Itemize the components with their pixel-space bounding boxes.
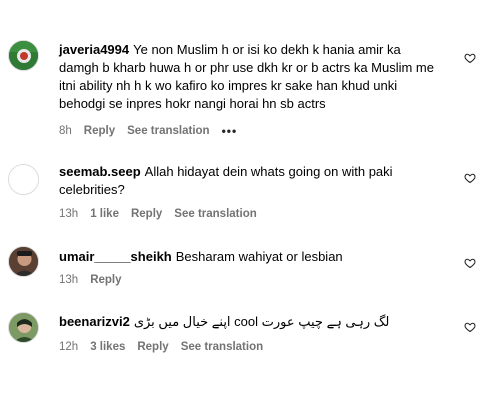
see-translation-link[interactable]: See translation: [181, 341, 263, 353]
more-options-icon[interactable]: •••: [222, 124, 238, 138]
comment-text: اپنے خیال میں بڑی cool لگ رہی ہے چیپ عور…: [133, 314, 390, 329]
comment-meta: 13h Reply: [59, 274, 134, 286]
comment-meta: 13h 1 like Reply See translation: [59, 208, 269, 220]
reply-button[interactable]: Reply: [90, 274, 121, 286]
comment-meta: 12h 3 likes Reply See translation: [59, 341, 275, 353]
comment-time[interactable]: 13h: [59, 274, 78, 286]
heart-outline-icon[interactable]: [464, 257, 476, 269]
avatar-image: [9, 247, 38, 276]
see-translation-link[interactable]: See translation: [174, 208, 256, 220]
comment-username[interactable]: javeria4994: [59, 42, 129, 57]
reply-button[interactable]: Reply: [137, 341, 168, 353]
avatar[interactable]: [8, 246, 39, 277]
comment-username[interactable]: umair_____sheikh: [59, 249, 172, 264]
comment-time[interactable]: 12h: [59, 341, 78, 353]
comment-meta: 8h Reply See translation •••: [59, 124, 237, 138]
avatar-image: [9, 313, 38, 342]
comment-username[interactable]: beenarizvi2: [59, 314, 130, 329]
comment-body: seemab.seep Allah hidayat dein whats goin…: [59, 163, 444, 199]
avatar[interactable]: [8, 40, 39, 71]
comment-time[interactable]: 8h: [59, 125, 72, 137]
comment-body: umair_____sheikh Besharam wahiyat or lesb…: [59, 248, 444, 266]
likes-count[interactable]: 1 like: [90, 208, 119, 220]
heart-outline-icon[interactable]: [464, 52, 476, 64]
heart-outline-icon[interactable]: [464, 321, 476, 333]
reply-button[interactable]: Reply: [131, 208, 162, 220]
avatar[interactable]: [8, 312, 39, 343]
reply-button[interactable]: Reply: [84, 125, 115, 137]
see-translation-link[interactable]: See translation: [127, 125, 209, 137]
comment-username[interactable]: seemab.seep: [59, 164, 141, 179]
comment-time[interactable]: 13h: [59, 208, 78, 220]
heart-outline-icon[interactable]: [464, 172, 476, 184]
comment-text: Besharam wahiyat or lesbian: [175, 249, 343, 264]
comment-body: javeria4994 Ye non Muslim h or isi ko dek…: [59, 41, 444, 113]
comment-body: beenarizvi2 اپنے خیال میں بڑی cool لگ رہی…: [59, 313, 444, 331]
likes-count[interactable]: 3 likes: [90, 341, 125, 353]
avatar-image: [9, 41, 38, 70]
avatar[interactable]: [8, 164, 39, 195]
avatar-image: [9, 165, 38, 194]
